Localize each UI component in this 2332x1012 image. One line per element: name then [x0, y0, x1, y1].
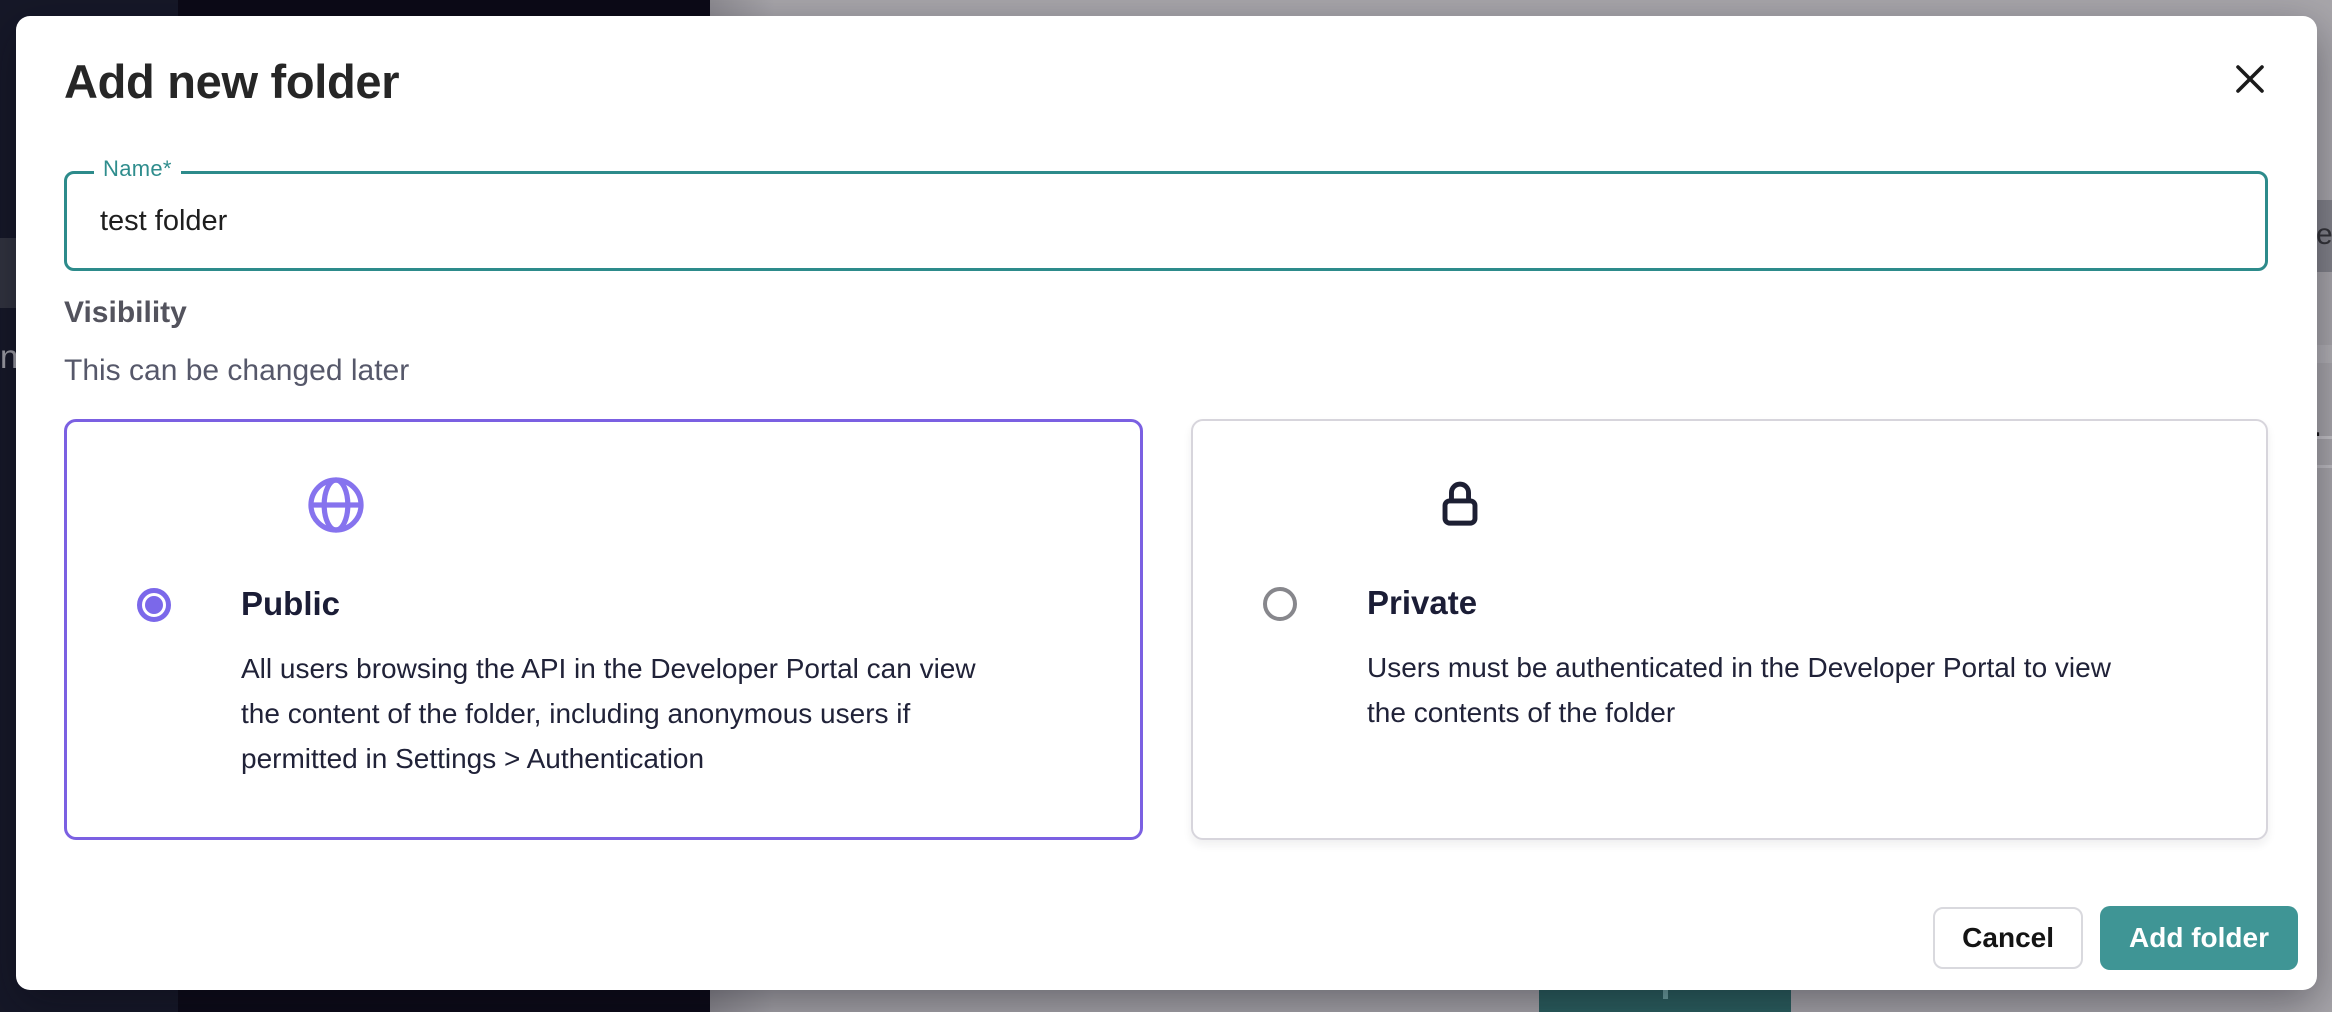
add-folder-dialog: Add new folder Name* Visibility This can… — [16, 16, 2317, 990]
globe-icon — [303, 472, 1100, 538]
public-option-content: Public All users browsing the API in the… — [241, 472, 1140, 837]
visibility-label: Visibility — [64, 295, 2268, 331]
private-option-title: Private — [1367, 583, 2226, 623]
public-radio-column — [67, 472, 241, 837]
visibility-option-public[interactable]: Public All users browsing the API in the… — [64, 419, 1143, 840]
close-icon — [2229, 58, 2271, 100]
visibility-helper-text: This can be changed later — [64, 353, 2268, 389]
lock-icon — [1429, 471, 2226, 537]
private-radio[interactable] — [1263, 587, 1297, 621]
private-option-description: Users must be authenticated in the Devel… — [1367, 645, 2226, 735]
dialog-footer: Cancel Add folder — [1933, 906, 2298, 970]
add-folder-button[interactable]: Add folder — [2100, 906, 2298, 970]
folder-name-field: Name* — [64, 171, 2268, 271]
cancel-button[interactable]: Cancel — [1933, 907, 2083, 969]
background-text-fragment-e: e — [2316, 218, 2332, 252]
dialog-title: Add new folder — [64, 54, 2268, 110]
public-option-title: Public — [241, 584, 1100, 624]
folder-name-label: Name* — [94, 156, 181, 182]
public-option-description: All users browsing the API in the Develo… — [241, 646, 1100, 781]
private-option-content: Private Users must be authenticated in t… — [1367, 471, 2266, 838]
close-button[interactable] — [2223, 52, 2277, 106]
visibility-option-private[interactable]: Private Users must be authenticated in t… — [1191, 419, 2268, 840]
private-radio-column — [1193, 471, 1367, 838]
public-radio[interactable] — [137, 588, 171, 622]
folder-name-input[interactable] — [64, 171, 2268, 271]
visibility-options: Public All users browsing the API in the… — [64, 419, 2268, 840]
